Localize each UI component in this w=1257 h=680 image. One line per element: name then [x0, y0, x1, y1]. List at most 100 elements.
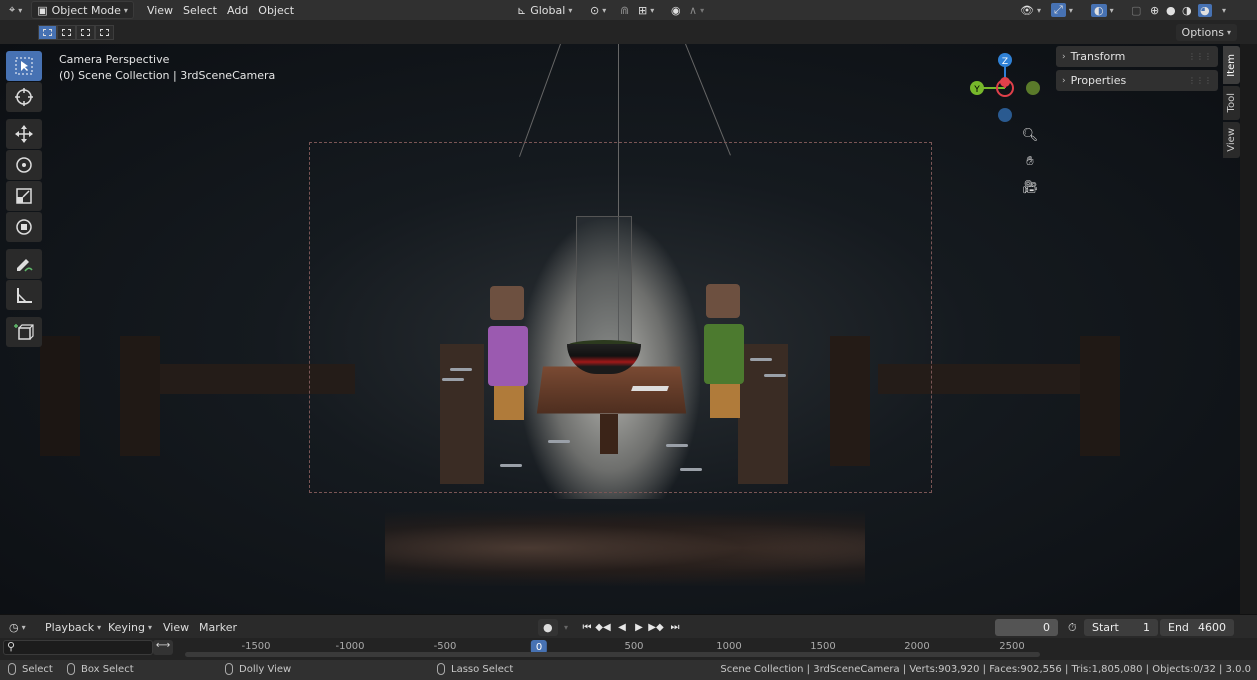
- add-cube-tool[interactable]: [6, 317, 42, 347]
- snap-toggle[interactable]: ⋒: [615, 1, 634, 19]
- snap-increment-icon: ⊞: [638, 3, 648, 17]
- chevron-down-icon: ▾: [1226, 28, 1231, 37]
- select-extend-button[interactable]: [57, 25, 76, 40]
- transform-tool[interactable]: [6, 212, 42, 242]
- move-tool[interactable]: [6, 119, 42, 149]
- camera-view-button[interactable]: 🎥︎: [1019, 176, 1041, 198]
- tab-item[interactable]: Item: [1223, 46, 1240, 84]
- floor-tiles: [385, 510, 865, 586]
- panel-transform[interactable]: › Transform ⋮⋮⋮: [1056, 46, 1218, 67]
- camera-frame: [309, 142, 932, 493]
- end-frame-field[interactable]: End 4600: [1160, 619, 1234, 636]
- jump-end-button[interactable]: ⏭: [667, 620, 683, 635]
- select-invert-button[interactable]: [95, 25, 114, 40]
- tool-settings-bar: [0, 20, 1257, 44]
- hint-select: Select: [8, 663, 53, 675]
- chevron-down-icon: ▾: [21, 623, 26, 632]
- panel-transform-label: Transform: [1070, 50, 1126, 63]
- editor-type-button[interactable]: ⌖ ▾: [4, 1, 27, 19]
- chevron-right-icon: ›: [1062, 75, 1066, 86]
- proportional-edit-toggle[interactable]: ◉: [666, 1, 686, 19]
- menu-view[interactable]: View: [142, 1, 178, 19]
- menu-add[interactable]: Add: [222, 1, 253, 19]
- transform-orientation-icon: ⊾: [517, 3, 527, 17]
- rotate-tool[interactable]: [6, 150, 42, 180]
- mode-dropdown[interactable]: ▣ Object Mode ▾: [31, 1, 134, 19]
- select-box-tool[interactable]: [6, 51, 42, 81]
- snap-target-button[interactable]: ⊞ ▾: [633, 1, 659, 19]
- next-keyframe-button[interactable]: ▶◆: [648, 620, 664, 635]
- menu-select[interactable]: Select: [178, 1, 222, 19]
- gizmo-toggle[interactable]: ⤢ ▾: [1046, 1, 1078, 19]
- menu-keying[interactable]: Keying ▾: [103, 619, 157, 636]
- material-sphere-icon: ◑: [1182, 3, 1192, 17]
- tab-view[interactable]: View: [1223, 122, 1240, 158]
- 3d-viewport[interactable]: Camera Perspective (0) Scene Collection …: [0, 44, 1240, 614]
- pivot-point-button[interactable]: ⊙ ▾: [585, 1, 611, 19]
- tick-label: -500: [433, 641, 457, 652]
- start-frame-field[interactable]: Start 1: [1084, 619, 1158, 636]
- axis-y-label: Y: [973, 85, 980, 95]
- visibility-button[interactable]: 👁 ▾: [1015, 1, 1046, 19]
- overlays-toggle[interactable]: ◐ ▾: [1086, 1, 1119, 19]
- timeline-search-field[interactable]: ⚲: [3, 640, 153, 655]
- play-reverse-icon: ◀: [618, 622, 626, 633]
- tab-tool-label: Tool: [1226, 93, 1237, 113]
- proportional-edit-icon: ◉: [671, 3, 681, 17]
- drag-grip-icon[interactable]: ⋮⋮⋮: [1188, 52, 1212, 61]
- shading-rendered[interactable]: ◕: [1196, 1, 1214, 19]
- timeline-collapse-button[interactable]: ⟷: [153, 640, 173, 655]
- xray-toggle[interactable]: ▢: [1126, 1, 1146, 19]
- current-frame-field[interactable]: 0: [995, 619, 1058, 636]
- tick-label: -1500: [241, 641, 271, 652]
- play-icon: ▶: [635, 622, 643, 633]
- tick-label: 500: [624, 641, 644, 652]
- timeline-editor-type[interactable]: ◷ ▾: [4, 619, 31, 636]
- orientation-dropdown[interactable]: ⊾ Global ▾: [512, 1, 577, 19]
- select-new-button[interactable]: [38, 25, 57, 40]
- hint-box-select-label: Box Select: [81, 663, 134, 675]
- menu-object[interactable]: Object: [253, 1, 299, 19]
- navigation-gizmo[interactable]: Z Y: [965, 50, 1045, 130]
- zoom-view-button[interactable]: 🔍︎: [1019, 124, 1041, 146]
- shading-wireframe[interactable]: ⊕: [1148, 1, 1161, 19]
- bg-chair: [40, 336, 80, 456]
- cursor-tool[interactable]: [6, 82, 42, 112]
- menu-playback[interactable]: Playback ▾: [40, 619, 106, 636]
- scale-tool[interactable]: [6, 181, 42, 211]
- falloff-button[interactable]: ∧ ▾: [684, 1, 709, 19]
- auto-keying-toggle[interactable]: ●: [538, 619, 558, 636]
- timeline-body[interactable]: ⚲ ⟷ -1500 -1000 -500 0 500 1000 1500 200…: [0, 638, 1257, 660]
- menu-timeline-view[interactable]: View: [158, 619, 194, 636]
- annotate-tool[interactable]: [6, 249, 42, 279]
- next-keyframe-icon: ▶◆: [648, 622, 664, 633]
- options-dropdown[interactable]: Options ▾: [1175, 24, 1237, 41]
- keying-set-dropdown[interactable]: ▾: [556, 619, 573, 636]
- select-subtract-button[interactable]: [76, 25, 95, 40]
- timeline-scrollbar[interactable]: [185, 652, 1040, 657]
- tab-tool[interactable]: Tool: [1223, 86, 1240, 120]
- sidebar-tabs: Item Tool View: [1223, 46, 1240, 160]
- drag-grip-icon[interactable]: ⋮⋮⋮: [1188, 76, 1212, 85]
- mouse-scroll-icon: [225, 663, 233, 675]
- preview-range-toggle[interactable]: ⏱: [1063, 619, 1082, 636]
- panel-properties[interactable]: › Properties ⋮⋮⋮: [1056, 70, 1218, 91]
- rotate-icon: [16, 157, 32, 173]
- add-cube-icon: [14, 324, 34, 340]
- measure-tool[interactable]: [6, 280, 42, 310]
- pan-view-button[interactable]: ✋︎: [1019, 150, 1041, 172]
- viewport-header: ⌖ ▾ ▣ Object Mode ▾ View Select Add Objec…: [0, 0, 1257, 20]
- prev-keyframe-button[interactable]: ◆◀: [595, 620, 611, 635]
- play-reverse-button[interactable]: ◀: [614, 620, 630, 635]
- play-button[interactable]: ▶: [631, 620, 647, 635]
- end-value: 4600: [1198, 621, 1226, 634]
- bg-chair: [120, 336, 160, 456]
- shading-material[interactable]: ◑: [1180, 1, 1194, 19]
- tick-label: 2500: [999, 641, 1025, 652]
- shading-solid[interactable]: ●: [1164, 1, 1178, 19]
- shading-options[interactable]: ▾: [1214, 1, 1231, 19]
- menu-marker[interactable]: Marker: [194, 619, 242, 636]
- 3d-cursor-icon: [15, 88, 33, 106]
- jump-start-button[interactable]: ⏮: [579, 620, 595, 635]
- wireframe-sphere-icon: ⊕: [1150, 3, 1160, 17]
